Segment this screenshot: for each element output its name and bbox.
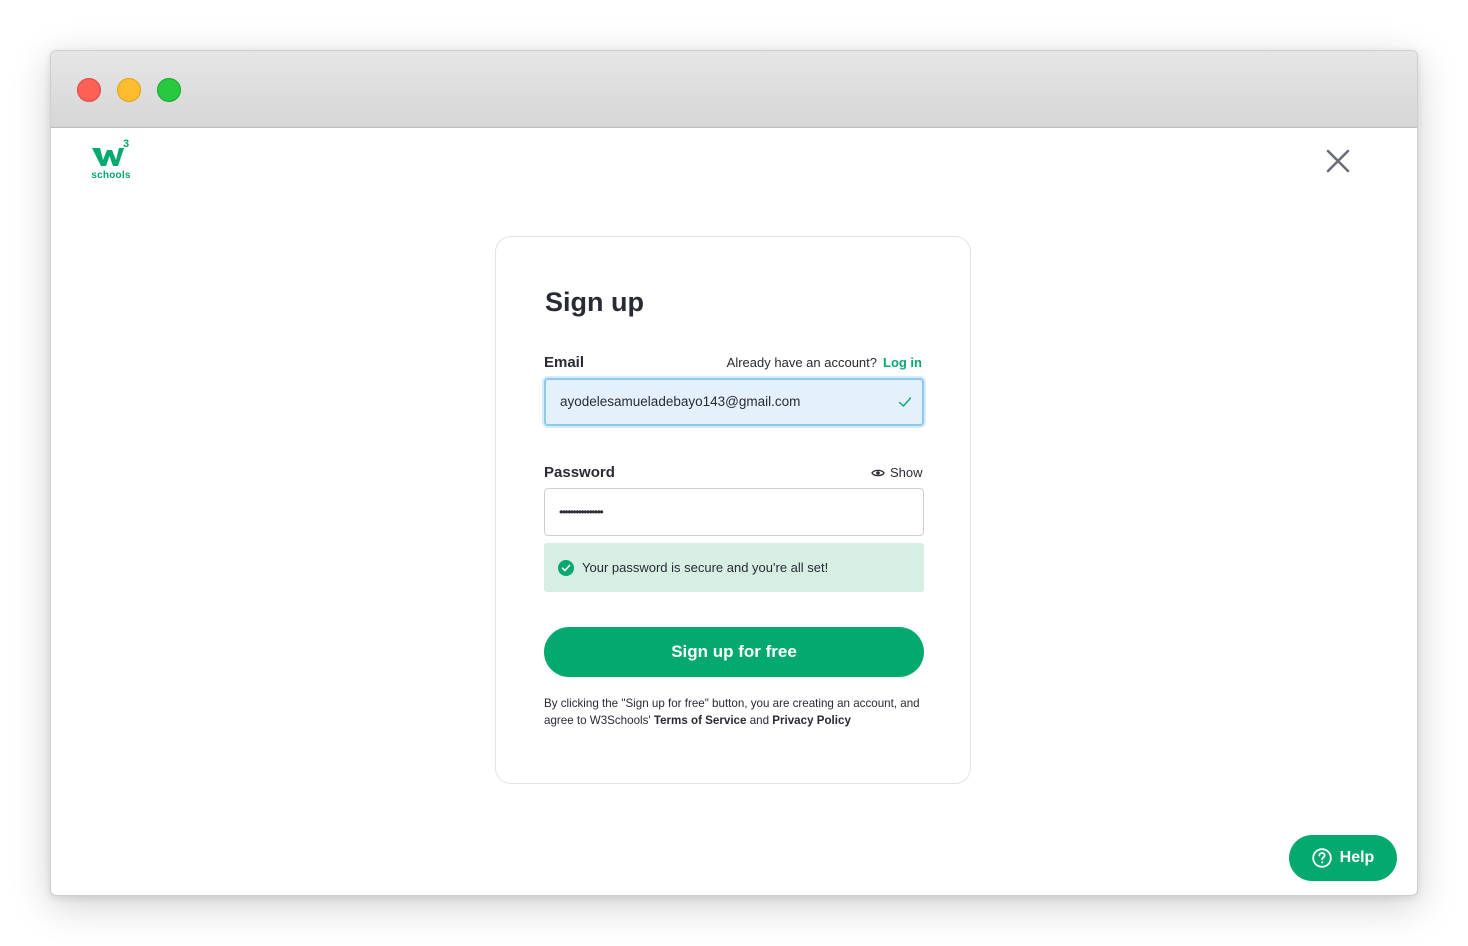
close-icon[interactable] — [1325, 148, 1351, 174]
page-title: Sign up — [545, 287, 644, 317]
show-label: Show — [890, 465, 923, 480]
eye-icon — [871, 469, 885, 476]
login-link[interactable]: Log in — [883, 355, 922, 370]
password-strength-notice: Your password is secure and you're all s… — [544, 543, 924, 592]
login-prompt: Already have an account? Log in — [727, 355, 922, 370]
signup-button[interactable]: Sign up for free — [544, 627, 924, 677]
login-prompt-text: Already have an account? — [726, 355, 877, 370]
email-field[interactable]: ayodelesamueladebayo143@gmail.com — [544, 378, 924, 426]
window-minimize-button[interactable] — [117, 78, 141, 102]
help-button[interactable]: Help — [1289, 835, 1397, 881]
show-password-toggle[interactable]: Show — [871, 465, 923, 480]
check-circle-icon — [558, 560, 574, 576]
logo-text: schools — [91, 170, 131, 181]
email-value: ayodelesamueladebayo143@gmail.com — [560, 394, 801, 409]
window-zoom-button[interactable] — [157, 78, 181, 102]
signup-card: Sign up Email Already have an account? Lo… — [495, 236, 971, 784]
password-field[interactable]: •••••••••••••••• — [544, 488, 924, 536]
help-label: Help — [1339, 849, 1375, 866]
legal-text: By clicking the "Sign up for free" butto… — [544, 695, 934, 729]
check-icon — [898, 397, 912, 407]
legal-and: and — [749, 714, 770, 727]
privacy-link[interactable]: Privacy Policy — [772, 714, 851, 727]
password-label: Password — [544, 464, 615, 481]
terms-link[interactable]: Terms of Service — [654, 714, 747, 727]
window-titlebar — [51, 51, 1417, 128]
browser-window: 3 schools Sign up Email Already have an … — [50, 50, 1418, 896]
logo-superscript: 3 — [123, 138, 130, 150]
password-value: •••••••••••••••• — [559, 505, 604, 519]
window-close-button[interactable] — [77, 78, 101, 102]
notice-text: Your password is secure and you're all s… — [582, 560, 829, 575]
w3schools-logo[interactable]: 3 schools — [91, 138, 131, 184]
help-icon — [1311, 848, 1332, 868]
email-label: Email — [544, 354, 585, 371]
